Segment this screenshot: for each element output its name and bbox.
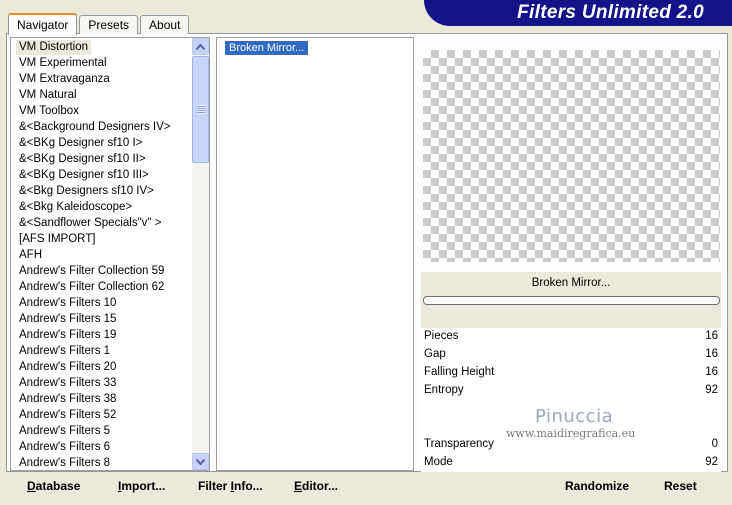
category-list[interactable]: VM Distortion VM Experimental VM Extravaga… bbox=[10, 37, 210, 471]
filter-item-broken-mirror[interactable]: Broken Mirror... bbox=[225, 41, 309, 55]
import-button[interactable]: Import... bbox=[118, 479, 165, 493]
list-item[interactable]: Andrew's Filters 52 bbox=[16, 408, 119, 423]
list-item[interactable]: VM Experimental bbox=[16, 56, 110, 71]
chevron-up-icon bbox=[196, 43, 205, 50]
tab-about[interactable]: About bbox=[140, 15, 190, 34]
param-label: Transparency bbox=[424, 438, 494, 450]
scroll-up-button[interactable] bbox=[192, 38, 209, 55]
chevron-down-icon bbox=[196, 458, 205, 465]
mnemonic: E bbox=[294, 479, 303, 493]
list-item[interactable]: &<Bkg Designers sf10 IV> bbox=[16, 184, 157, 199]
param-gap[interactable]: Gap 16 bbox=[421, 346, 721, 364]
list-item[interactable]: &<BKg Designer sf10 II> bbox=[16, 152, 149, 167]
filter-list[interactable]: Broken Mirror... bbox=[216, 37, 414, 471]
param-label: Falling Height bbox=[424, 366, 495, 378]
grip-icon bbox=[197, 105, 205, 114]
settings-panel: Broken Mirror... Pieces 16 Gap 16 Fallin… bbox=[421, 272, 721, 472]
param-value: 92 bbox=[705, 384, 718, 396]
database-button[interactable]: Database bbox=[27, 479, 80, 493]
list-item[interactable]: &<BKg Designer sf10 I> bbox=[16, 136, 145, 151]
button-label: Filter bbox=[198, 479, 231, 493]
param-pieces[interactable]: Pieces 16 bbox=[421, 328, 721, 346]
tab-bar: Navigator Presets About bbox=[8, 12, 191, 35]
button-label: ditor... bbox=[302, 479, 339, 493]
button-label: atabase bbox=[35, 479, 81, 493]
button-label: nfo... bbox=[234, 479, 263, 493]
editor-button[interactable]: Editor... bbox=[294, 479, 338, 493]
filter-name-label: Broken Mirror... bbox=[531, 277, 611, 289]
app-title: Filters Unlimited 2.0 bbox=[517, 2, 704, 23]
filter-info-button[interactable]: Filter Info... bbox=[198, 479, 263, 493]
list-item[interactable]: Andrew's Filters 5 bbox=[16, 424, 113, 439]
list-item[interactable]: VM Natural bbox=[16, 88, 80, 103]
preview-area bbox=[423, 50, 720, 262]
list-item[interactable]: Andrew's Filters 15 bbox=[16, 312, 119, 327]
list-item[interactable]: [AFS IMPORT] bbox=[16, 232, 98, 247]
watermark-site: www.maidiregrafica.eu bbox=[506, 427, 636, 440]
list-item[interactable]: &<Sandflower Specials"v" > bbox=[16, 216, 164, 231]
list-item[interactable]: VM Toolbox bbox=[16, 104, 82, 119]
list-item[interactable]: Andrew's Filter Collection 59 bbox=[16, 264, 167, 279]
list-item[interactable]: &<Background Designers IV> bbox=[16, 120, 174, 135]
param-mode[interactable]: Mode 92 bbox=[421, 454, 721, 472]
list-item[interactable]: &<Bkg Kaleidoscope> bbox=[16, 200, 135, 215]
list-item[interactable]: Andrew's Filters 33 bbox=[16, 376, 119, 391]
list-item[interactable]: Andrew's Filters 8 bbox=[16, 456, 113, 470]
list-item[interactable]: Andrew's Filters 6 bbox=[16, 440, 113, 455]
list-item[interactable]: Andrew's Filters 1 bbox=[16, 344, 113, 359]
param-value: 92 bbox=[705, 456, 718, 468]
reset-button[interactable]: Reset bbox=[664, 479, 697, 493]
mnemonic: D bbox=[27, 479, 36, 493]
list-item[interactable]: VM Extravaganza bbox=[16, 72, 113, 87]
param-value: 16 bbox=[705, 348, 718, 360]
list-item[interactable]: Andrew's Filters 10 bbox=[16, 296, 119, 311]
title-banner: Filters Unlimited 2.0 bbox=[424, 0, 732, 26]
param-value: 16 bbox=[705, 330, 718, 342]
list-item[interactable]: AFH bbox=[16, 248, 45, 263]
list-item[interactable]: Andrew's Filters 38 bbox=[16, 392, 119, 407]
randomize-button[interactable]: Randomize bbox=[565, 479, 629, 493]
progress-bar bbox=[423, 296, 720, 305]
scroll-down-button[interactable] bbox=[192, 453, 209, 470]
list-item[interactable]: Andrew's Filters 20 bbox=[16, 360, 119, 375]
param-value: 0 bbox=[711, 438, 718, 450]
list-item[interactable]: &<BKg Designer sf10 III> bbox=[16, 168, 152, 183]
category-scrollbar[interactable] bbox=[192, 38, 209, 470]
param-label: Entropy bbox=[424, 384, 464, 396]
param-label: Mode bbox=[424, 456, 453, 468]
scroll-thumb[interactable] bbox=[192, 56, 209, 163]
param-label: Gap bbox=[424, 348, 446, 360]
param-value: 16 bbox=[705, 366, 718, 378]
button-label: mport... bbox=[121, 479, 166, 493]
list-item[interactable]: Andrew's Filters 19 bbox=[16, 328, 119, 343]
tab-presets[interactable]: Presets bbox=[79, 15, 139, 34]
list-item[interactable]: Andrew's Filter Collection 62 bbox=[16, 280, 167, 295]
param-label: Pieces bbox=[424, 330, 459, 342]
tab-navigator[interactable]: Navigator bbox=[8, 13, 78, 35]
list-item[interactable]: VM Distortion bbox=[16, 40, 92, 55]
param-falling-height[interactable]: Falling Height 16 bbox=[421, 364, 721, 382]
param-entropy[interactable]: Entropy 92 bbox=[421, 382, 721, 400]
watermark-name: Pinuccia bbox=[535, 406, 614, 427]
